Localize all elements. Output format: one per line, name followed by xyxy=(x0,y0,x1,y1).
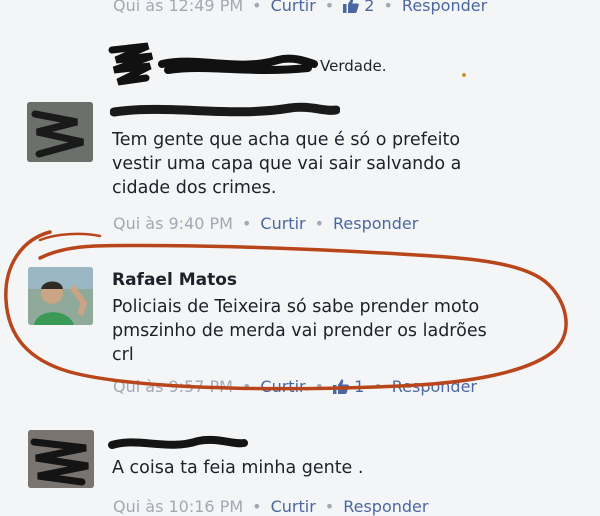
comment-text: A coisa ta feia minha gente . xyxy=(112,458,364,478)
author-name-redaction xyxy=(158,54,318,74)
reply-button[interactable]: Responder xyxy=(343,497,428,516)
avatar xyxy=(27,102,93,162)
avatar xyxy=(28,267,93,325)
comment-time: Qui às 10:16 PM xyxy=(113,497,244,516)
comment-time: Qui às 9:57 PM xyxy=(113,377,233,396)
like-button[interactable]: Curtir xyxy=(271,497,316,516)
like-button[interactable]: Curtir xyxy=(260,214,305,233)
comment-author[interactable]: Rafael Matos xyxy=(112,270,237,290)
comment-meta-row: Qui às 9:40 PM • Curtir • Responder xyxy=(113,214,419,233)
avatar xyxy=(28,430,94,488)
comment-time: Qui às 9:40 PM xyxy=(113,214,233,233)
reply-button[interactable]: Responder xyxy=(333,214,418,233)
like-count[interactable]: 1 xyxy=(354,377,364,396)
like-count[interactable]: 2 xyxy=(364,0,374,15)
reply-button[interactable]: Responder xyxy=(402,0,487,15)
like-button[interactable]: Curtir xyxy=(260,377,305,396)
comment-meta-row: Qui às 9:57 PM • Curtir • 1 • Responder xyxy=(113,377,477,398)
thumbs-up-icon xyxy=(343,0,359,17)
comment-time: Qui às 12:49 PM xyxy=(113,0,244,15)
like-button[interactable]: Curtir xyxy=(271,0,316,15)
reply-button[interactable]: Responder xyxy=(392,377,477,396)
stray-dot xyxy=(462,73,466,77)
author-name-redaction xyxy=(108,435,248,449)
thumbs-up-icon xyxy=(333,379,349,398)
comment-meta-row: Qui às 12:49 PM • Curtir • 2 • Responder xyxy=(113,0,487,17)
author-name-redaction xyxy=(110,102,340,117)
comment-meta-row: Qui às 10:16 PM • Curtir • Responder xyxy=(113,497,429,516)
comment-text: Verdade. xyxy=(320,57,387,75)
comment-text: Policiais de Teixeira só sabe prender mo… xyxy=(112,297,487,365)
comment-text: Tem gente que acha que é só o prefeito v… xyxy=(112,130,462,198)
